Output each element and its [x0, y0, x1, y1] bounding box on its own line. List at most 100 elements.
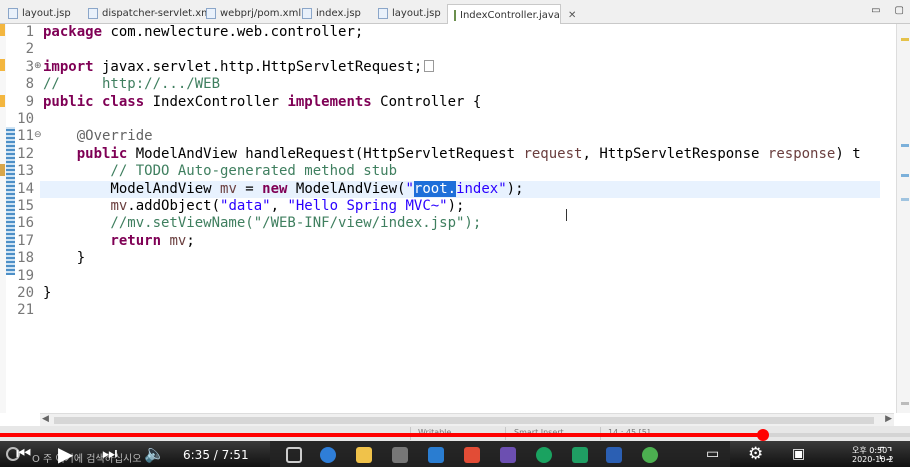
scroll-right-icon[interactable]: ▶: [885, 414, 892, 424]
code-line: 17 return mv;: [0, 233, 896, 250]
store-icon[interactable]: [392, 447, 408, 463]
line-number: 1: [25, 24, 34, 40]
code-text: public ModelAndView handleRequest(HttpSe…: [43, 145, 861, 162]
code-text: // TODO Auto-generated method stub: [43, 163, 398, 180]
scroll-down-icon[interactable]: [901, 402, 909, 405]
code-line: 1 package com.newlecture.web.controller;: [0, 24, 896, 41]
tab-pom-xml[interactable]: webprj/pom.xml: [200, 3, 301, 24]
spreadsheet-icon[interactable]: [572, 447, 588, 463]
code-text: //mv.setViewName("/WEB-INF/view/index.js…: [43, 215, 482, 232]
tab-index-jsp[interactable]: index.jsp: [296, 3, 361, 24]
spring-tools-icon[interactable]: [642, 447, 658, 463]
code-line: 12 public ModelAndView handleRequest(Htt…: [0, 146, 896, 163]
task-overview-icon[interactable]: [901, 198, 909, 201]
line-number: 10: [17, 111, 34, 127]
scroll-left-icon[interactable]: ◀: [42, 414, 49, 424]
word-icon[interactable]: [606, 447, 622, 463]
close-tab-icon[interactable]: ✕: [568, 10, 576, 21]
video-progress-bar[interactable]: [0, 429, 910, 441]
xml-file-icon: [88, 8, 98, 19]
code-text: }: [43, 285, 52, 301]
line-number: 16: [17, 215, 34, 232]
office-icon[interactable]: [464, 447, 480, 463]
tab-layout-jsp-2[interactable]: layout.jsp: [372, 3, 441, 24]
code-text: ModelAndView mv = new ModelAndView("root…: [43, 180, 524, 197]
code-line: 10: [0, 111, 896, 128]
line-number: 17: [17, 232, 34, 249]
occurrence-overview-icon[interactable]: [901, 174, 909, 177]
maximize-editor-icon[interactable]: ▢: [895, 5, 904, 16]
line-number: 15: [17, 198, 34, 214]
java-file-icon: [454, 9, 456, 21]
jsp-file-icon: [302, 8, 312, 19]
code-editor[interactable]: 1 package com.newlecture.web.controller;…: [0, 24, 896, 413]
eclipse-icon[interactable]: [500, 447, 516, 463]
subtitles-icon[interactable]: ▭: [706, 444, 719, 464]
code-line: 9 public class IndexController implement…: [0, 94, 896, 111]
code-line: 15 mv.addObject("data", "Hello Spring MV…: [0, 198, 896, 215]
code-text: // http://.../WEB: [43, 76, 221, 93]
code-line: 21: [0, 302, 896, 319]
file-explorer-icon[interactable]: [356, 447, 372, 463]
code-text: mv.addObject("data", "Hello Spring MVC~"…: [110, 198, 465, 214]
jsp-file-icon: [378, 8, 388, 19]
line-number: 9: [25, 93, 34, 110]
line-number: 12: [17, 145, 34, 162]
scrollbar-thumb[interactable]: [54, 417, 874, 424]
code-line: 13 // TODO Auto-generated method stub: [0, 163, 896, 180]
tab-label: layout.jsp: [392, 8, 441, 19]
line-number: 2: [25, 41, 34, 58]
tab-indexcontroller-java[interactable]: IndexController.java ✕: [447, 4, 576, 25]
next-video-icon[interactable]: ⏭: [102, 444, 117, 464]
expand-fold-icon[interactable]: ⊕: [34, 61, 42, 71]
line-number: 19: [17, 267, 34, 284]
minimize-editor-icon[interactable]: ▭: [871, 5, 880, 16]
chrome-icon[interactable]: [536, 447, 552, 463]
line-number: 3: [25, 58, 34, 75]
code-line: 11 ⊖ @Override: [0, 128, 896, 145]
edge-browser-icon[interactable]: [320, 447, 336, 463]
overview-ruler[interactable]: [896, 24, 910, 413]
play-button-icon[interactable]: ▶: [58, 444, 73, 464]
code-line: 3 ⊕ import javax.servlet.http.HttpServle…: [0, 59, 896, 76]
warning-overview-icon[interactable]: [901, 38, 909, 41]
tab-label: IndexController.java: [460, 9, 560, 21]
tab-layout-jsp[interactable]: layout.jsp: [2, 3, 71, 24]
code-text: }: [43, 250, 86, 267]
collapse-fold-icon[interactable]: ⊖: [34, 130, 42, 140]
code-text: import javax.servlet.http.HttpServletReq…: [43, 59, 435, 76]
text-cursor-icon: [566, 209, 570, 221]
line-number: 18: [17, 250, 34, 267]
tab-label: dispatcher-servlet.xml: [102, 8, 214, 19]
task-view-icon[interactable]: [286, 447, 302, 463]
tab-label: layout.jsp: [22, 8, 71, 19]
fullscreen-icon[interactable]: ⛶: [880, 444, 891, 464]
line-number: 20: [17, 285, 34, 301]
mail-icon[interactable]: [428, 447, 444, 463]
code-text: public class IndexController implements …: [43, 93, 482, 110]
settings-gear-icon[interactable]: ⚙: [748, 444, 763, 464]
code-line: 18 }: [0, 250, 896, 267]
line-number: 11: [17, 128, 34, 145]
code-text: return mv;: [43, 232, 195, 249]
text-selection: root.: [413, 180, 457, 197]
miniplayer-icon[interactable]: ▣: [792, 444, 805, 464]
line-number: 14: [17, 180, 34, 197]
tab-dispatcher-servlet[interactable]: dispatcher-servlet.xml: [82, 3, 214, 24]
video-scrubber-handle[interactable]: [756, 429, 769, 441]
code-line: 2: [0, 41, 896, 58]
tab-label: index.jsp: [316, 8, 361, 19]
code-text: package com.newlecture.web.controller;: [43, 24, 364, 40]
jsp-file-icon: [8, 8, 18, 19]
horizontal-scrollbar[interactable]: ◀ ▶: [40, 413, 894, 426]
taskbar-search-box[interactable]: O 주 여기에 검색하십시오: [32, 450, 141, 465]
video-time-display: 6:35 / 7:51: [183, 448, 249, 462]
previous-video-icon[interactable]: ⏮: [16, 444, 31, 464]
line-number: 21: [17, 302, 34, 319]
occurrence-overview-icon[interactable]: [901, 144, 909, 147]
volume-icon[interactable]: 🔈: [144, 444, 165, 464]
collapsed-imports-icon[interactable]: [424, 59, 435, 72]
code-line: 20 }: [0, 285, 896, 302]
code-line: 16 //mv.setViewName("/WEB-INF/view/index…: [0, 215, 896, 232]
code-text: @Override: [43, 128, 153, 145]
